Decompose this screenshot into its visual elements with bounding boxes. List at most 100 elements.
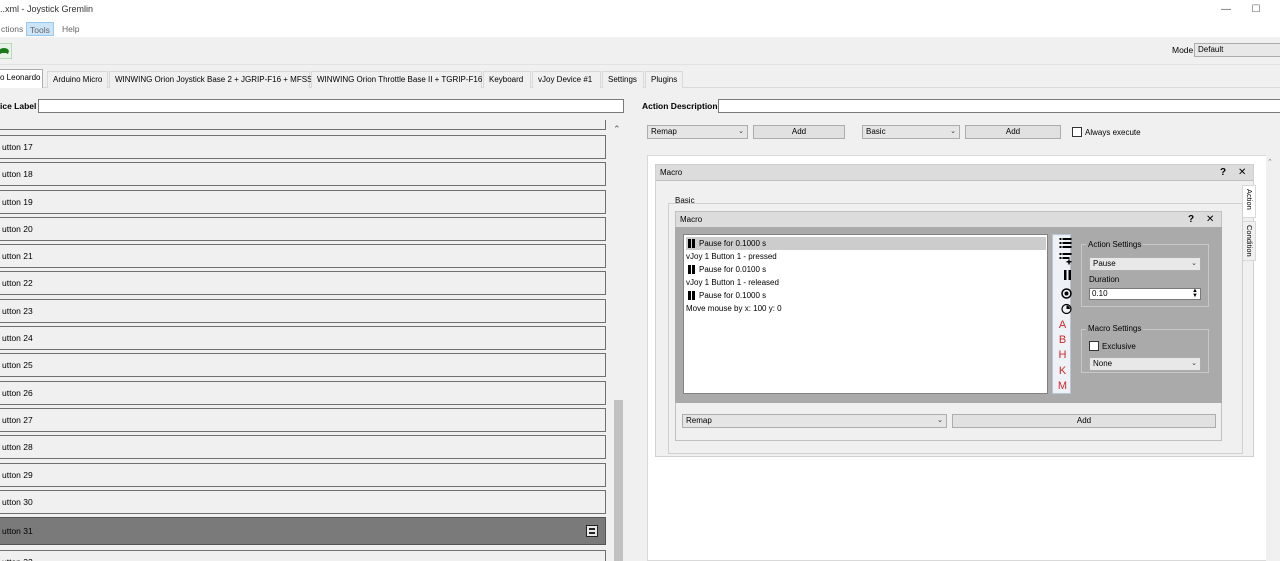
list-item[interactable]: utton 29 [0, 463, 606, 487]
action-description-input[interactable] [718, 99, 1280, 113]
gamepad-icon[interactable] [0, 43, 12, 59]
macro-action-title: Macro [680, 215, 703, 224]
scroll-up-icon[interactable]: ⌃ [1267, 158, 1273, 166]
list-item[interactable]: utton 21 [0, 244, 606, 268]
key-m-icon[interactable]: M [1053, 380, 1072, 392]
list-item[interactable]: utton 30 [0, 490, 606, 514]
list-item[interactable]: utton 18 [0, 162, 606, 186]
list-item[interactable]: utton 22 [0, 271, 606, 295]
spin-arrows-icon[interactable]: ▲ ▼ [1192, 288, 1198, 299]
list-item[interactable]: utton 17 [0, 135, 606, 159]
chevron-down-icon: ⌄ [1191, 260, 1197, 267]
chevron-down-icon: ⌄ [738, 128, 744, 135]
list-item[interactable]: utton 20 [0, 217, 606, 241]
chevron-down-icon: ⌄ [937, 417, 943, 424]
tab-condition[interactable]: Condition [1242, 221, 1256, 261]
tab-plugins[interactable]: Plugins [645, 71, 683, 88]
duration-label: Duration [1089, 275, 1120, 284]
panel-scrollbar[interactable] [1266, 155, 1276, 561]
action-type-select[interactable]: Remap ⌄ [682, 414, 947, 428]
pause-icon [687, 264, 695, 274]
menu-tools[interactable]: Tools [26, 22, 54, 36]
menu-help[interactable]: Help [59, 22, 82, 36]
container-type-select[interactable]: Basic ⌄ [862, 125, 960, 139]
timer-icon[interactable] [1057, 303, 1076, 314]
macro-settings-title: Macro Settings [1086, 324, 1144, 333]
list-item[interactable]: utton 25 [0, 353, 606, 377]
list-item[interactable]: utton 28 [0, 435, 606, 459]
add-action-button[interactable]: Add [753, 125, 845, 139]
window-title: ..xml - Joystick Gremlin [0, 4, 94, 14]
action-description-label: Action Description [642, 101, 718, 111]
list-item-partial[interactable] [0, 120, 606, 130]
menu-bar [0, 20, 1280, 37]
chevron-down-icon: ⌄ [1191, 360, 1197, 367]
minimize-button[interactable]: — [1214, 2, 1238, 18]
device-label-input[interactable] [38, 99, 624, 113]
list-add-icon[interactable] [1056, 253, 1075, 265]
input-list: utton 17 utton 18 utton 19 utton 20 utto… [0, 120, 612, 561]
list-item-selected[interactable]: utton 31 [0, 517, 606, 545]
macro-container-header: Macro ? ✕ [656, 165, 1253, 181]
macro-container-title: Macro [660, 168, 683, 177]
help-icon[interactable]: ? [1188, 214, 1194, 225]
scroll-up-icon[interactable]: ⌃ [613, 124, 621, 135]
tab-winwing-throttle[interactable]: WINWING Orion Throttle Base II + TGRIP-F… [311, 71, 482, 88]
list-item[interactable]: Pause for 0.1000 s [686, 237, 1046, 250]
macro-sequence-list[interactable]: Pause for 0.1000 s vJoy 1 Button 1 - pre… [683, 234, 1048, 394]
tab-keyboard[interactable]: Keyboard [483, 71, 531, 88]
maximize-button[interactable]: ☐ [1244, 2, 1268, 18]
tab-settings[interactable]: Settings [602, 71, 644, 88]
exclusive-checkbox[interactable] [1089, 341, 1099, 351]
tab-vjoy-device[interactable]: vJoy Device #1 [532, 71, 601, 88]
action-type-select[interactable]: Remap ⌄ [647, 125, 748, 139]
list-item[interactable]: utton 24 [0, 326, 606, 350]
add-container-button[interactable]: Add [965, 125, 1061, 139]
chevron-down-icon: ⌄ [950, 128, 956, 135]
always-execute-checkbox[interactable] [1072, 127, 1082, 137]
device-label: ice Label [0, 101, 37, 111]
action-type-select[interactable]: Pause ⌄ [1089, 257, 1201, 271]
key-h-icon[interactable]: H [1053, 349, 1072, 361]
mode-label: Mode [1172, 45, 1194, 55]
pause-icon[interactable] [1058, 270, 1077, 280]
pause-icon [687, 290, 695, 300]
list-item[interactable]: vJoy 1 Button 1 - pressed [686, 250, 1046, 263]
macro-mode-select[interactable]: None ⌄ [1089, 357, 1201, 371]
key-k-icon[interactable]: K [1053, 365, 1072, 377]
close-icon[interactable]: ✕ [1238, 167, 1246, 178]
list-item[interactable]: Move mouse by x: 100 y: 0 [686, 302, 1046, 315]
tab-action[interactable]: Action [1242, 185, 1256, 218]
list-item[interactable]: utton 19 [0, 190, 606, 214]
list-item[interactable]: utton 26 [0, 381, 606, 405]
action-settings-title: Action Settings [1086, 240, 1144, 249]
close-icon[interactable]: ✕ [1206, 214, 1214, 225]
toolbar [0, 37, 1280, 65]
list-item[interactable]: Pause for 0.0100 s [686, 263, 1046, 276]
tab-leonardo[interactable]: o Leonardo [0, 69, 43, 88]
list-icon[interactable] [1056, 238, 1075, 248]
list-item[interactable]: vJoy 1 Button 1 - released [686, 276, 1046, 289]
help-icon[interactable]: ? [1220, 167, 1226, 178]
list-item[interactable]: Pause for 0.1000 s [686, 289, 1046, 302]
menu-actions[interactable]: ctions [0, 22, 26, 36]
exclusive-label: Exclusive [1102, 342, 1136, 351]
add-action-button[interactable]: Add [952, 414, 1216, 428]
basic-label: Basic [675, 196, 695, 205]
mode-select[interactable]: Default [1194, 43, 1280, 57]
macro-toolbar: A B H K M [1052, 234, 1072, 394]
list-item[interactable]: utton 32 [0, 550, 606, 561]
key-a-icon[interactable]: A [1053, 319, 1072, 331]
joystick-icon[interactable] [1057, 288, 1076, 299]
tab-winwing-joystick[interactable]: WINWING Orion Joystick Base 2 + JGRIP-F1… [109, 71, 318, 88]
list-item[interactable]: utton 23 [0, 299, 606, 323]
list-item[interactable]: utton 27 [0, 408, 606, 432]
duration-spinbox[interactable]: 0.10 ▲ ▼ [1089, 288, 1201, 300]
macro-indicator-icon [586, 525, 598, 537]
list-item-label: utton 31 [2, 526, 33, 536]
tab-arduino-micro[interactable]: Arduino Micro [47, 71, 108, 88]
scrollbar-thumb[interactable] [614, 400, 623, 561]
title-bar [0, 0, 1280, 20]
pause-icon [687, 238, 695, 248]
key-b-icon[interactable]: B [1053, 334, 1072, 346]
